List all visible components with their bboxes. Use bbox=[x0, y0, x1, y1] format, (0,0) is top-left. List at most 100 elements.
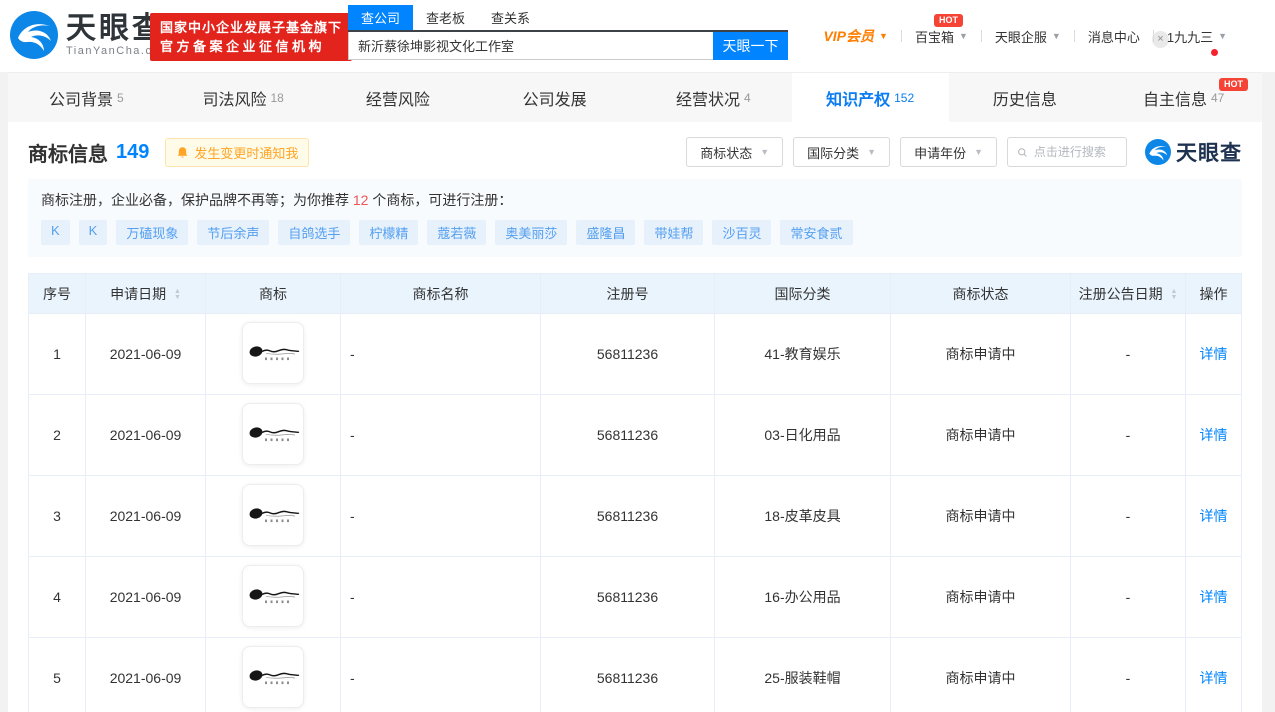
cell-trademark bbox=[205, 556, 341, 638]
cell-apply-date: 2021-06-09 bbox=[85, 556, 206, 638]
trademark-suggestion-chip[interactable]: 蔻若薇 bbox=[427, 220, 487, 245]
cell-publication-date: - bbox=[1070, 556, 1186, 638]
cell-publication-date: - bbox=[1070, 313, 1186, 395]
page-tab[interactable]: 历史信息 bbox=[949, 73, 1106, 122]
detail-link[interactable]: 详情 bbox=[1200, 670, 1228, 686]
table-row: 3 2021-06-09 - 56811236 18-皮革皮具 商标申请中 - … bbox=[28, 475, 1242, 557]
cell-seq: 5 bbox=[28, 637, 86, 712]
cell-trademark-name: - bbox=[340, 475, 541, 557]
table-header-label: 注册公告日期 bbox=[1078, 285, 1163, 302]
page-tab[interactable]: 经营状况 4 bbox=[635, 73, 792, 122]
page-tab[interactable]: 知识产权 152 bbox=[791, 73, 949, 122]
sort-icon[interactable]: ▲ ▼ bbox=[1170, 288, 1177, 301]
company-search-input[interactable] bbox=[348, 32, 713, 60]
trademark-suggestion-chip[interactable]: 柠檬精 bbox=[359, 220, 419, 245]
nav-item[interactable]: 消息中心 bbox=[1075, 27, 1153, 46]
trademark-suggestion-chip[interactable]: K bbox=[78, 220, 108, 245]
page-tab-label: 自主信息 bbox=[1142, 91, 1207, 109]
cell-international-class: 16-办公用品 bbox=[714, 556, 891, 638]
nav-item-label: 百宝箱 bbox=[914, 29, 954, 45]
cell-action: 详情 bbox=[1185, 313, 1242, 395]
cell-seq: 3 bbox=[28, 475, 86, 557]
nav-item-label: 天眼企服 bbox=[994, 29, 1047, 45]
cell-apply-date: 2021-06-09 bbox=[85, 637, 206, 712]
cell-trademark-name: - bbox=[340, 556, 541, 638]
trademark-suggestion-chip[interactable]: 沙百灵 bbox=[712, 220, 772, 245]
trademark-suggestion-chip[interactable]: 盛隆昌 bbox=[576, 220, 636, 245]
nav-item[interactable]: 百宝箱 HOT ▼ bbox=[902, 13, 981, 46]
sort-icon[interactable]: ▲ ▼ bbox=[174, 288, 181, 301]
cell-trademark-name: - bbox=[340, 394, 541, 476]
trademark-image[interactable] bbox=[242, 646, 304, 708]
filter-dropdown-label: 国际分类 bbox=[807, 145, 860, 161]
detail-link[interactable]: 详情 bbox=[1200, 427, 1228, 443]
table-header-label: 商标状态 bbox=[952, 285, 1009, 302]
trademark-image[interactable] bbox=[242, 403, 304, 465]
page-tab-label: 公司发展 bbox=[522, 91, 587, 109]
cell-apply-date: 2021-06-09 bbox=[85, 394, 206, 476]
page-tab[interactable]: 自主信息 47 HOT bbox=[1105, 73, 1262, 122]
table-row: 1 2021-06-09 - 56811236 41-教育娱乐 商标申请中 - … bbox=[28, 313, 1242, 395]
search-scope-tab[interactable]: 查关系 bbox=[478, 5, 543, 30]
detail-link[interactable]: 详情 bbox=[1200, 346, 1228, 362]
filter-dropdown[interactable]: 申请年份 ▼ bbox=[900, 137, 997, 167]
filter-dropdown[interactable]: 国际分类 ▼ bbox=[793, 137, 891, 167]
filter-dropdowns: 商标状态 ▼ 国际分类 ▼ 申请年份 ▼ bbox=[686, 137, 997, 167]
trademark-suggestion-chip[interactable]: 常安食贰 bbox=[780, 220, 853, 245]
nav-item[interactable]: 天眼企服 ▼ bbox=[982, 27, 1074, 46]
cell-international-class: 41-教育娱乐 bbox=[714, 313, 891, 395]
cell-registration-number: 56811236 bbox=[540, 637, 715, 712]
trademark-suggestion-chip[interactable]: 自鸽选手 bbox=[278, 220, 351, 245]
trademark-image[interactable] bbox=[242, 565, 304, 627]
cell-seq: 1 bbox=[28, 313, 86, 395]
search-scope-tab[interactable]: 查老板 bbox=[413, 5, 478, 30]
table-header-label: 商标名称 bbox=[412, 285, 469, 302]
cell-seq: 4 bbox=[28, 556, 86, 638]
page-tab-label: 经营状况 bbox=[676, 91, 741, 109]
notify-on-change-button[interactable]: 发生变更时通知我 bbox=[165, 137, 310, 167]
trademark-image[interactable] bbox=[242, 484, 304, 546]
nav-item-label: 1九九三 bbox=[1166, 29, 1214, 45]
page-tab[interactable]: 公司背景 5 bbox=[8, 73, 165, 122]
trademark-image[interactable] bbox=[242, 322, 304, 384]
nav-item[interactable]: VIP会员 ▼ bbox=[810, 26, 901, 46]
trademark-count: 149 bbox=[116, 140, 150, 163]
cell-trademark bbox=[205, 637, 341, 712]
page-tab[interactable]: 经营风险 bbox=[322, 73, 479, 122]
detail-link[interactable]: 详情 bbox=[1200, 508, 1228, 524]
gov-certification-badge: 国家中小企业发展子基金旗下 官方备案企业征信机构 bbox=[150, 13, 353, 61]
table-search-input[interactable] bbox=[1033, 145, 1117, 159]
page-tab-count: 18 bbox=[270, 90, 284, 105]
trademark-suggestion-chip[interactable]: 奥美丽莎 bbox=[495, 220, 568, 245]
page-tab[interactable]: 公司发展 bbox=[478, 73, 635, 122]
cell-publication-date: - bbox=[1070, 475, 1186, 557]
recommendation-text-after: 个商标，可进行注册： bbox=[368, 192, 513, 208]
table-header-label: 商标 bbox=[259, 285, 287, 302]
tianyancha-logo[interactable]: 天眼查 TianYanCha.com bbox=[10, 11, 171, 59]
nav-item[interactable]: 1九九三 ▼ bbox=[1154, 27, 1240, 56]
filter-dropdown[interactable]: 商标状态 ▼ bbox=[686, 137, 784, 167]
page-tab[interactable]: 司法风险 18 bbox=[165, 73, 322, 122]
cell-international-class: 03-日化用品 bbox=[714, 394, 891, 476]
trademark-suggestion-chip[interactable]: K bbox=[41, 220, 70, 245]
cell-trademark bbox=[205, 475, 341, 557]
gov-badge-line2: 官方备案企业征信机构 bbox=[160, 39, 326, 54]
trademark-suggestion-chip[interactable]: 带娃帮 bbox=[644, 220, 704, 245]
search-scope-tab[interactable]: 查公司 bbox=[348, 5, 414, 30]
trademark-table: 序号 申请日期 ▲ ▼ 商标 商标名称 注册号 国际分类 商标状态 注册公告日期 … bbox=[28, 273, 1242, 712]
table-row: 5 2021-06-09 - 56811236 25-服装鞋帽 商标申请中 - … bbox=[28, 637, 1242, 712]
table-header-label: 申请日期 bbox=[110, 285, 167, 302]
table-search-box[interactable] bbox=[1007, 137, 1127, 167]
search-tabs: 查公司 查老板 查关系 bbox=[348, 5, 788, 32]
detail-link[interactable]: 详情 bbox=[1200, 589, 1228, 605]
search-submit-button[interactable]: 天眼一下 bbox=[713, 32, 788, 60]
trademark-suggestion-chip[interactable]: 节后余声 bbox=[197, 220, 270, 245]
chevron-down-icon: ▼ bbox=[760, 147, 770, 157]
brand-watermark-icon bbox=[1145, 139, 1171, 165]
cell-action: 详情 bbox=[1185, 556, 1242, 638]
cell-trademark bbox=[205, 394, 341, 476]
main-content: 公司背景 5 司法风险 18 经营风险 公司发展 经营状况 4 知识产权 152… bbox=[8, 72, 1262, 712]
cell-action: 详情 bbox=[1185, 394, 1242, 476]
trademark-suggestion-chip[interactable]: 万磕现象 bbox=[116, 220, 189, 245]
cell-trademark-status: 商标申请中 bbox=[890, 313, 1071, 395]
